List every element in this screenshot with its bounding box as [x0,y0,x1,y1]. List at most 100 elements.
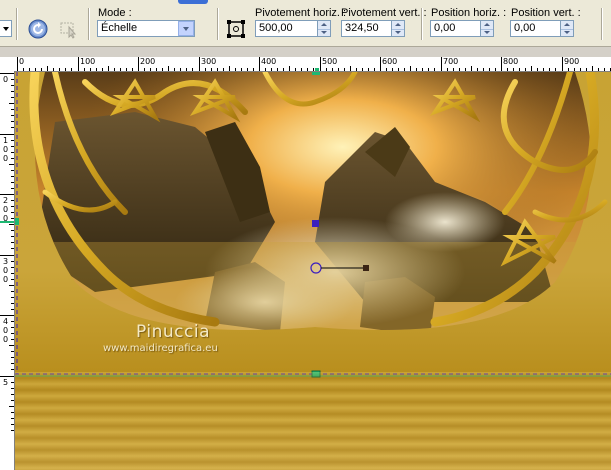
ruler-minor-tick [150,68,151,71]
ruler-minor-tick [271,68,272,71]
toolbar-separator [601,8,603,40]
left-middle-handle[interactable] [15,218,19,225]
ruler-minor-tick [350,66,351,71]
reset-arrow-icon [28,19,48,39]
ruler-minor-tick [223,68,224,71]
ruler-minor-tick [11,400,14,401]
spin-down-icon[interactable] [561,29,573,37]
ruler-minor-tick [459,68,460,71]
ruler-minor-tick [495,68,496,71]
ruler-minor-tick [277,68,278,71]
ruler-major-tick [0,376,14,377]
center-handle[interactable] [312,220,319,227]
top-middle-handle[interactable] [312,72,320,75]
ruler-minor-tick [11,297,14,298]
spin-down-icon[interactable] [392,29,404,37]
horizontal-ruler[interactable]: 0 100 200 300 400 500 600 700 800 900 [0,57,611,72]
ruler-minor-tick [11,182,14,183]
ruler-minor-tick [513,68,514,71]
reset-button[interactable] [27,18,49,40]
ruler-minor-tick [108,66,109,71]
ruler-minor-tick [11,394,14,395]
ruler-minor-tick [120,68,121,71]
ruler-minor-tick [392,68,393,71]
ruler-minor-tick [11,333,14,334]
ruler-tick-label: 100 [80,57,96,66]
ruler-major-tick [17,57,18,71]
ruler-minor-tick [23,68,24,71]
water-reflection [15,372,611,470]
ruler-major-tick [0,73,14,74]
ruler-minor-tick [96,68,97,71]
mode-label: Mode : [98,7,132,19]
ruler-minor-tick [592,66,593,71]
ruler-tick-label: 800 [503,57,519,66]
mode-dropdown-button[interactable] [178,21,194,36]
ruler-major-tick [259,57,260,71]
ruler-minor-tick [568,68,569,71]
ruler-minor-tick [205,68,206,71]
ruler-minor-tick [11,152,14,153]
spin-down-icon[interactable] [318,29,330,37]
ruler-minor-tick [186,68,187,71]
ruler-minor-tick [519,68,520,71]
rotation-handle[interactable] [363,265,369,271]
ruler-minor-tick [11,170,14,171]
ruler-minor-tick [11,321,14,322]
ruler-minor-tick [11,79,14,80]
ruler-minor-tick [283,68,284,71]
ruler-major-tick [562,57,563,71]
ruler-minor-tick [374,68,375,71]
ruler-minor-tick [11,200,14,201]
ruler-minor-tick [11,218,14,219]
ruler-minor-tick [11,176,14,177]
ruler-minor-tick [11,212,14,213]
ruler-major-tick [380,57,381,71]
image-canvas[interactable]: Pinuccia www.maidiregrafica.eu [15,72,611,470]
ruler-tick-label: 0 [3,75,9,84]
ruler-minor-tick [465,68,466,71]
ruler-minor-tick [47,66,48,71]
ruler-major-tick [78,57,79,71]
ruler-minor-tick [489,68,490,71]
ruler-tick-label: 200 [3,196,9,223]
pivot-vertical-spinner[interactable] [392,20,405,37]
ruler-minor-tick [11,97,14,98]
ruler-tick-label: 300 [3,257,9,284]
ruler-minor-tick [265,68,266,71]
edit-selection-button[interactable] [57,18,79,40]
ruler-minor-tick [543,68,544,71]
vertical-ruler[interactable]: 0 100 200 300 400 5 [0,71,15,470]
pivot-vertical-input[interactable]: 324,50 [341,20,392,37]
ruler-minor-tick [289,66,290,71]
ruler-tick-label: 5 [3,378,9,387]
position-horizontal-spinner[interactable] [481,20,494,37]
pivot-horizontal-spinner[interactable] [318,20,331,37]
ruler-minor-tick [332,68,333,71]
ruler-minor-tick [35,68,36,71]
spin-down-icon[interactable] [481,29,493,37]
ruler-minor-tick [531,66,532,71]
ruler-minor-tick [549,68,550,71]
ruler-minor-tick [156,68,157,71]
ruler-minor-tick [229,66,230,71]
ruler-minor-tick [11,236,14,237]
ruler-major-tick [0,255,14,256]
position-vertical-spinner[interactable] [561,20,574,37]
position-vertical-input[interactable]: 0,00 [510,20,561,37]
position-horizontal-input[interactable]: 0,00 [430,20,481,37]
ruler-minor-tick [404,68,405,71]
ruler-minor-tick [398,68,399,71]
ruler-minor-tick [90,68,91,71]
toolbar-separator [421,8,423,40]
ruler-minor-tick [477,68,478,71]
ruler-minor-tick [368,68,369,71]
pivot-button[interactable] [226,19,248,41]
ruler-minor-tick [144,68,145,71]
ruler-minor-tick [11,115,14,116]
ruler-tick-label: 0 [19,57,25,66]
pivot-horizontal-input[interactable]: 500,00 [255,20,318,37]
ruler-major-tick [501,57,502,71]
ruler-minor-tick [211,68,212,71]
ruler-minor-tick [301,68,302,71]
